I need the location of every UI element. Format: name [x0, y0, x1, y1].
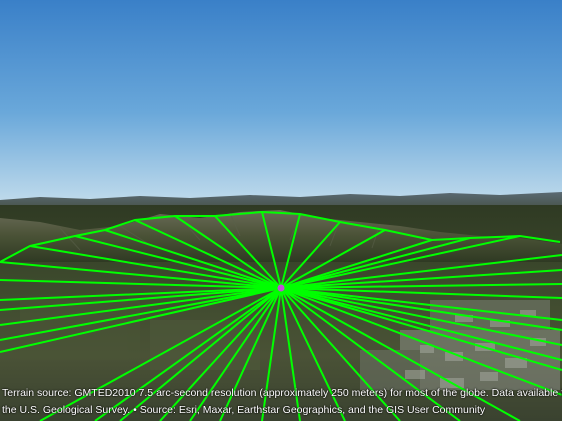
attribution-text: Terrain source: GMTED2010 7.5 arc-second… [0, 383, 562, 421]
sky [0, 0, 562, 205]
observer-point [277, 284, 285, 292]
terrain-scene[interactable] [0, 0, 562, 421]
globe-viewer[interactable]: Terrain source: GMTED2010 7.5 arc-second… [0, 0, 562, 421]
attribution-line-2: the U.S. Geological Survey. • Source: Es… [2, 404, 486, 416]
attribution-line-1: Terrain source: GMTED2010 7.5 arc-second… [2, 387, 562, 399]
